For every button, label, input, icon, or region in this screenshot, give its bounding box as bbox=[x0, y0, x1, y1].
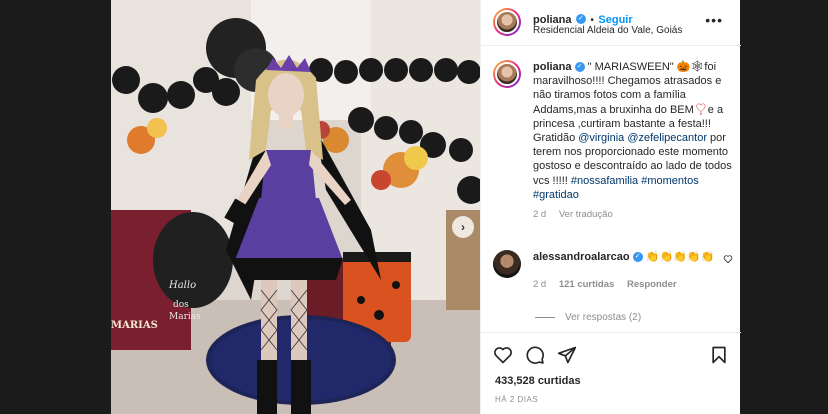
mention-link[interactable]: @zefelipecantor bbox=[627, 132, 707, 144]
view-replies-label: Ver respostas (2) bbox=[565, 312, 642, 323]
post-timestamp[interactable]: HÁ 2 DIAS bbox=[495, 395, 538, 404]
pumpkin-icon: 🎃 bbox=[676, 61, 691, 73]
hashtag-link[interactable]: #nossafamilia bbox=[571, 175, 638, 187]
caption-time[interactable]: 2 d bbox=[533, 209, 546, 220]
comment-icon[interactable] bbox=[525, 345, 545, 365]
reply-button[interactable]: Responder bbox=[627, 279, 677, 290]
post-side-panel: poliana ✓ • Seguir Residencial Aldeia do… bbox=[480, 0, 741, 414]
avatar[interactable] bbox=[493, 250, 521, 278]
post-modal: Hallo dos Marias MARIAS › poliana ✓ • Se… bbox=[111, 0, 741, 414]
post-likes-count[interactable]: 433,528 curtidas bbox=[495, 375, 581, 387]
avatar[interactable] bbox=[493, 8, 521, 36]
heart-icon[interactable] bbox=[723, 254, 733, 264]
chevron-right-icon: › bbox=[461, 220, 465, 234]
photo-sign-text: dos bbox=[173, 300, 189, 310]
photo-banner-text: MARIAS bbox=[111, 320, 158, 331]
comment-username[interactable]: alessandroalarcao bbox=[533, 251, 630, 263]
hashtag-link[interactable]: #momentos bbox=[641, 175, 698, 187]
location-link[interactable]: Residencial Aldeia do Vale, Goiás bbox=[533, 25, 682, 36]
view-replies-button[interactable]: Ver respostas (2) bbox=[535, 312, 641, 323]
replies-divider bbox=[535, 316, 555, 318]
heart-exclamation-icon: ❣ bbox=[693, 103, 708, 116]
avatar[interactable] bbox=[493, 60, 521, 88]
caption-part: " MARIASWEEN" bbox=[584, 61, 677, 73]
caption-text: poliana ✓ " MARIASWEEN" 🎃🕸foi maravilhos… bbox=[533, 60, 733, 222]
hashtag-link[interactable]: #gratidao bbox=[533, 189, 579, 201]
post-header: poliana ✓ • Seguir Residencial Aldeia do… bbox=[481, 0, 741, 46]
comment-text: 👏👏👏👏👏 bbox=[645, 251, 715, 263]
photo-sign-text: Hallo bbox=[169, 280, 197, 291]
verified-badge-icon: ✓ bbox=[575, 13, 586, 24]
translate-link[interactable]: Ver tradução bbox=[559, 209, 613, 220]
send-icon[interactable] bbox=[557, 345, 577, 365]
more-options-icon[interactable]: ••• bbox=[705, 12, 723, 28]
party-photo-illustration bbox=[111, 0, 480, 414]
photo-sign-text: Marias bbox=[169, 312, 201, 322]
heart-icon[interactable] bbox=[493, 345, 513, 365]
spiderweb-icon: 🕸 bbox=[690, 61, 705, 73]
verified-badge-icon: ✓ bbox=[574, 62, 585, 73]
verified-badge-icon: ✓ bbox=[632, 252, 643, 263]
post-photo: Hallo dos Marias MARIAS › bbox=[111, 0, 480, 414]
mention-link[interactable]: @virginia bbox=[578, 132, 624, 144]
next-photo-button[interactable]: › bbox=[452, 216, 474, 238]
comment-time[interactable]: 2 d bbox=[533, 279, 546, 290]
caption-username[interactable]: poliana bbox=[533, 61, 572, 73]
comment-likes[interactable]: 121 curtidas bbox=[559, 279, 614, 290]
bookmark-icon[interactable] bbox=[709, 345, 729, 365]
post-actions: 433,528 curtidas HÁ 2 DIAS bbox=[481, 332, 741, 414]
